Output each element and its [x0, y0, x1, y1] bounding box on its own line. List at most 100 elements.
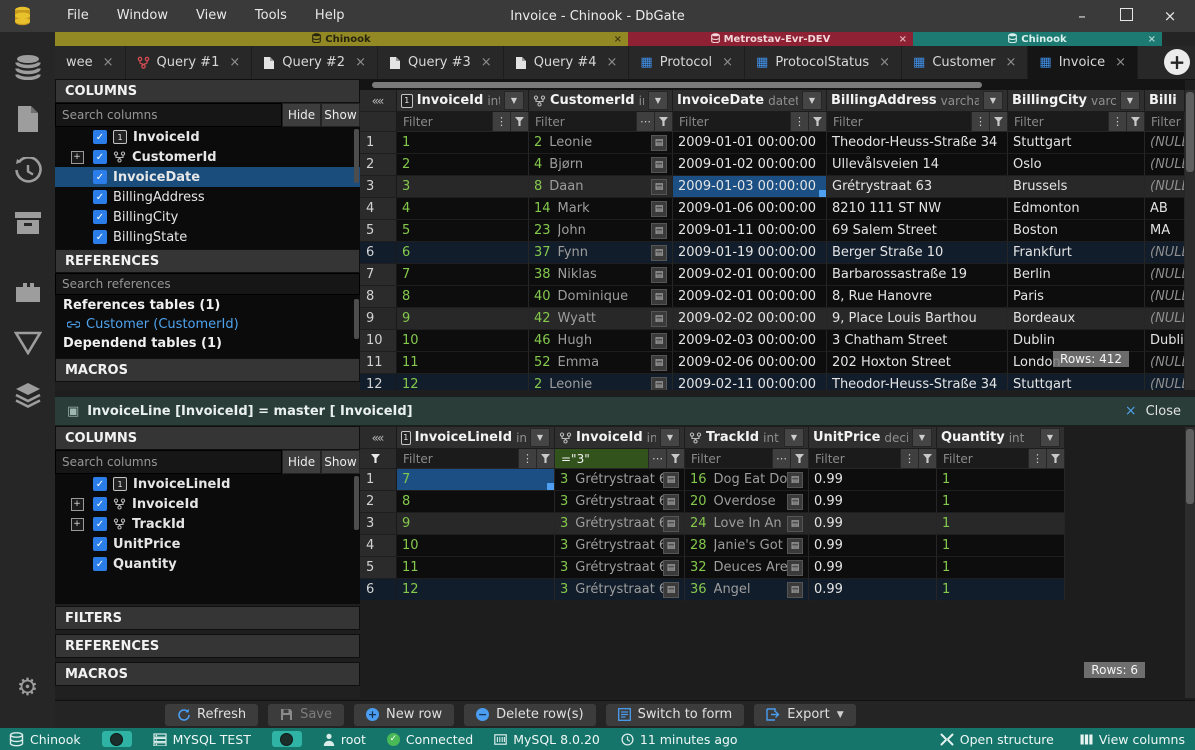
column-header-customerid[interactable]: CustomerIdint▼: [529, 90, 673, 112]
column-header-billingaddress[interactable]: BillingAddressvarchar(70▼: [827, 90, 1008, 112]
checkbox-checked[interactable]: ✓: [93, 557, 107, 571]
document-preview-icon[interactable]: ▤: [663, 560, 679, 576]
filter-cell-billingaddress[interactable]: Filter⋮: [827, 112, 1008, 132]
filter-funnel-button[interactable]: [1126, 112, 1144, 131]
filter-cell-invoiceid[interactable]: ="3"⋯: [555, 449, 685, 469]
cell-customerid[interactable]: 37Fynn▤: [529, 242, 673, 264]
filter-funnel-button[interactable]: [918, 449, 936, 468]
close-detail-button[interactable]: × Close: [1125, 403, 1181, 419]
cell-billingaddress[interactable]: Berger Straße 10: [827, 242, 1008, 264]
cell-trackid[interactable]: 16Dog Eat Dog▤: [685, 469, 809, 491]
column-item-trackid[interactable]: +✓TrackId: [55, 514, 360, 534]
cell-billingaddress[interactable]: 8210 111 ST NW: [827, 198, 1008, 220]
close-connection-icon[interactable]: ×: [899, 34, 907, 45]
row-number[interactable]: 3: [360, 513, 397, 535]
row-number[interactable]: 10: [360, 330, 397, 352]
filter-input[interactable]: Filter: [529, 112, 636, 131]
expand-icon[interactable]: +: [71, 518, 84, 531]
connection-band-chinook[interactable]: Chinook×: [55, 32, 628, 46]
filter-cell-billi[interactable]: Filter: [1145, 112, 1185, 132]
cell-billingcity[interactable]: Bordeaux: [1008, 308, 1145, 330]
row-number[interactable]: 2: [360, 491, 397, 513]
cell-unitprice[interactable]: 0.99: [809, 557, 937, 579]
cell-billi[interactable]: MA: [1145, 220, 1185, 242]
rail-plugin-button[interactable]: [0, 268, 55, 314]
vertical-scrollbar-main[interactable]: [1185, 90, 1195, 390]
filter-funnel-button[interactable]: [1046, 449, 1064, 468]
cell-billingcity[interactable]: Frankfurt: [1008, 242, 1145, 264]
cell-invoicedate[interactable]: 2009-01-03 00:00:00: [673, 176, 827, 198]
filter-options-button[interactable]: ⋮: [1028, 449, 1046, 468]
hide-button-bottom[interactable]: Hide: [282, 450, 321, 474]
cell-customerid[interactable]: 4Bjørn▤: [529, 154, 673, 176]
cell-customerid[interactable]: 38Niklas▤: [529, 264, 673, 286]
reference-link-customer[interactable]: Customer (CustomerId): [55, 315, 360, 335]
close-connection-icon[interactable]: ×: [1148, 34, 1156, 45]
cell-customerid[interactable]: 2Leonie▤: [529, 374, 673, 390]
rail-settings-button[interactable]: ⚙: [0, 664, 55, 710]
cell-invoicedate[interactable]: 2009-02-01 00:00:00: [673, 264, 827, 286]
column-menu-button[interactable]: ▼: [784, 428, 804, 447]
tree-scrollbar[interactable]: [354, 129, 359, 183]
cell-invoiceid[interactable]: 3Grétrystraat 63▤: [555, 469, 685, 491]
cell-billi[interactable]: (NULL): [1145, 308, 1185, 330]
toolbar-export-button[interactable]: Export▼: [754, 704, 855, 726]
column-header-invoiceid[interactable]: InvoiceIdint▼: [555, 427, 685, 449]
tab-wee[interactable]: wee×: [55, 46, 126, 79]
tab-protocolstatus[interactable]: ▦ProtocolStatus×: [745, 46, 902, 79]
row-number[interactable]: 11: [360, 352, 397, 374]
column-menu-button[interactable]: ▼: [1040, 428, 1060, 447]
document-preview-icon[interactable]: ▤: [651, 157, 667, 173]
column-menu-button[interactable]: ▼: [802, 91, 822, 110]
filter-input[interactable]: Filter: [1145, 112, 1184, 131]
cell-invoicelineid[interactable]: 8: [397, 491, 555, 513]
document-preview-icon[interactable]: ▤: [651, 245, 667, 261]
menu-help[interactable]: Help: [301, 0, 359, 32]
document-preview-icon[interactable]: ▤: [787, 516, 803, 532]
filters-header[interactable]: FILTERS: [55, 606, 360, 630]
horizontal-scrollbar-top[interactable]: [360, 82, 1185, 88]
cell-billingaddress[interactable]: Barbarossastraße 19: [827, 264, 1008, 286]
cell-billi[interactable]: (NULL): [1145, 264, 1185, 286]
filter-cell-unitprice[interactable]: Filter⋮: [809, 449, 937, 469]
tab-query-2[interactable]: Query #2×: [252, 46, 378, 79]
cell-customerid[interactable]: 8Daan▤: [529, 176, 673, 198]
references-header-bottom[interactable]: REFERENCES: [55, 634, 360, 658]
document-preview-icon[interactable]: ▤: [651, 267, 667, 283]
document-preview-icon[interactable]: ▤: [663, 582, 679, 598]
cell-billi[interactable]: (NULL): [1145, 352, 1185, 374]
filter-input[interactable]: ="3": [555, 449, 648, 468]
cell-invoiceid[interactable]: 3Grétrystraat 63▤: [555, 491, 685, 513]
document-preview-icon[interactable]: ▤: [651, 311, 667, 327]
cell-invoicedate[interactable]: 2009-02-02 00:00:00: [673, 308, 827, 330]
cell-billingaddress[interactable]: 8, Rue Hanovre: [827, 286, 1008, 308]
filter-options-button[interactable]: ⋮: [971, 112, 989, 131]
checkbox-checked[interactable]: ✓: [93, 230, 107, 244]
row-number[interactable]: 1: [360, 469, 397, 491]
status-chinook[interactable]: Chinook: [9, 732, 81, 747]
document-preview-icon[interactable]: ▤: [651, 223, 667, 239]
search-columns-input-bottom[interactable]: Search columns: [55, 450, 282, 474]
filter-input[interactable]: Filter: [685, 449, 772, 468]
close-window-button[interactable]: ×: [1161, 7, 1179, 25]
tab-protocol[interactable]: ▦Protocol×: [629, 46, 745, 79]
cell-invoiceid[interactable]: 2: [397, 154, 529, 176]
cell-invoicelineid[interactable]: 11: [397, 557, 555, 579]
cell-unitprice[interactable]: 0.99: [809, 535, 937, 557]
row-number[interactable]: 12: [360, 374, 397, 390]
document-preview-icon[interactable]: ▤: [663, 494, 679, 510]
cell-customerid[interactable]: 52Emma▤: [529, 352, 673, 374]
row-number[interactable]: 4: [360, 198, 397, 220]
cell-invoiceid[interactable]: 5: [397, 220, 529, 242]
cell-billi[interactable]: AB: [1145, 198, 1185, 220]
column-item-unitprice[interactable]: ✓UnitPrice: [55, 534, 360, 554]
status-view-columns[interactable]: View columns: [1080, 732, 1185, 747]
document-preview-icon[interactable]: ▤: [651, 289, 667, 305]
menu-view[interactable]: View: [182, 0, 241, 32]
filter-options-button[interactable]: ⋯: [772, 449, 790, 468]
cell-billi[interactable]: (NULL): [1145, 242, 1185, 264]
cell-invoiceid[interactable]: 3Grétrystraat 63▤: [555, 535, 685, 557]
column-header-billingcity[interactable]: BillingCityvarcha▼: [1008, 90, 1145, 112]
columns-header[interactable]: COLUMNS: [55, 79, 360, 103]
status-open-structure[interactable]: Open structure: [940, 732, 1054, 747]
